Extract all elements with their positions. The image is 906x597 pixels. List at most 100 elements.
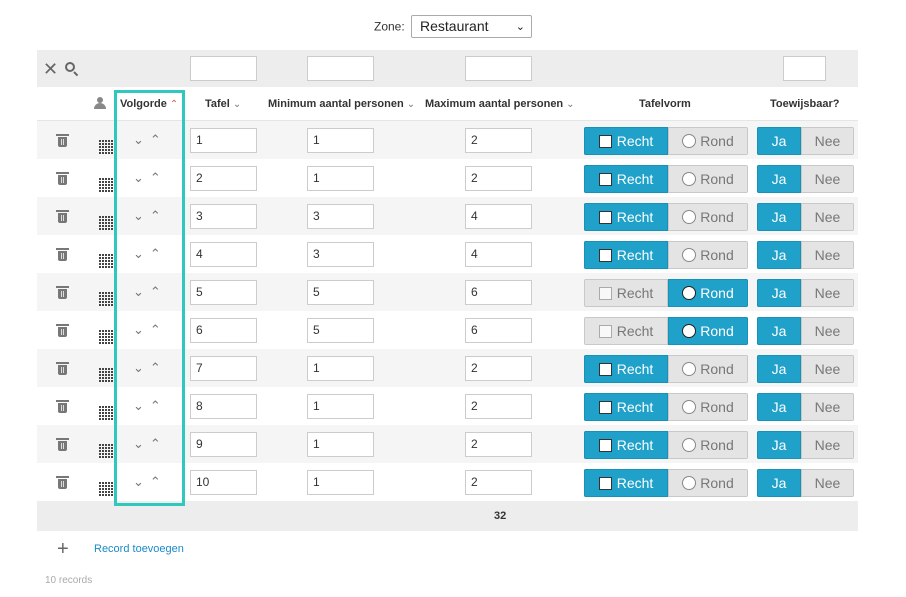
nee-option[interactable]: Nee (801, 317, 854, 345)
min-input[interactable]: 1 (307, 470, 374, 495)
max-input[interactable]: 6 (465, 280, 532, 305)
tafel-input[interactable]: 1 (190, 128, 257, 153)
chevron-down-icon[interactable]: ⌄ (133, 170, 150, 185)
trash-icon[interactable] (56, 134, 69, 147)
trash-icon[interactable] (56, 286, 69, 299)
recht-option[interactable]: Recht (584, 393, 668, 421)
min-input[interactable]: 1 (307, 356, 374, 381)
max-input[interactable]: 4 (465, 242, 532, 267)
ja-option[interactable]: Ja (757, 165, 801, 193)
qr-code-icon[interactable] (99, 140, 113, 156)
rond-option[interactable]: Rond (668, 279, 748, 307)
recht-option[interactable]: Recht (584, 165, 668, 193)
chevron-down-icon[interactable]: ⌄ (133, 284, 150, 299)
tafel-input[interactable]: 10 (190, 470, 257, 495)
chevron-up-icon[interactable]: ⌃ (150, 322, 167, 337)
min-input[interactable]: 1 (307, 394, 374, 419)
ja-option[interactable]: Ja (757, 203, 801, 231)
rond-option[interactable]: Rond (668, 317, 748, 345)
recht-option[interactable]: Recht (584, 241, 668, 269)
trash-icon[interactable] (56, 400, 69, 413)
rond-option[interactable]: Rond (668, 165, 748, 193)
chevron-up-icon[interactable]: ⌃ (150, 398, 167, 413)
nee-option[interactable]: Nee (801, 279, 854, 307)
ja-option[interactable]: Ja (757, 241, 801, 269)
rond-option[interactable]: Rond (668, 431, 748, 459)
chevron-down-icon[interactable]: ⌄ (133, 436, 150, 451)
qr-code-icon[interactable] (99, 216, 113, 232)
ja-option[interactable]: Ja (757, 469, 801, 497)
ja-option[interactable]: Ja (757, 317, 801, 345)
qr-code-icon[interactable] (99, 482, 113, 498)
ja-option[interactable]: Ja (757, 431, 801, 459)
chevron-down-icon[interactable]: ⌄ (133, 208, 150, 223)
max-input[interactable]: 2 (465, 356, 532, 381)
recht-option[interactable]: Recht (584, 431, 668, 459)
ja-option[interactable]: Ja (757, 279, 801, 307)
chevron-up-icon[interactable]: ⌃ (150, 436, 167, 451)
rond-option[interactable]: Rond (668, 469, 748, 497)
add-record-row[interactable]: + Record toevoegen (57, 539, 184, 559)
filter-max-input[interactable] (465, 56, 532, 81)
header-min[interactable]: Minimum aantal personen ⌄ (268, 87, 415, 121)
min-input[interactable]: 1 (307, 432, 374, 457)
max-input[interactable]: 2 (465, 394, 532, 419)
recht-option[interactable]: Recht (584, 355, 668, 383)
tafel-input[interactable]: 3 (190, 204, 257, 229)
qr-code-icon[interactable] (99, 368, 113, 384)
header-max[interactable]: Maximum aantal personen ⌄ (425, 87, 575, 121)
qr-code-icon[interactable] (99, 444, 113, 460)
trash-icon[interactable] (56, 324, 69, 337)
recht-option[interactable]: Recht (584, 127, 668, 155)
qr-code-icon[interactable] (99, 406, 113, 422)
chevron-up-icon[interactable]: ⌃ (150, 284, 167, 299)
min-input[interactable]: 5 (307, 280, 374, 305)
chevron-down-icon[interactable]: ⌄ (133, 322, 150, 337)
tafel-input[interactable]: 5 (190, 280, 257, 305)
min-input[interactable]: 1 (307, 128, 374, 153)
nee-option[interactable]: Nee (801, 469, 854, 497)
trash-icon[interactable] (56, 476, 69, 489)
max-input[interactable]: 2 (465, 166, 532, 191)
tafel-input[interactable]: 9 (190, 432, 257, 457)
tafel-input[interactable]: 7 (190, 356, 257, 381)
min-input[interactable]: 3 (307, 204, 374, 229)
rond-option[interactable]: Rond (668, 355, 748, 383)
trash-icon[interactable] (56, 248, 69, 261)
nee-option[interactable]: Nee (801, 355, 854, 383)
ja-option[interactable]: Ja (757, 355, 801, 383)
tafel-input[interactable]: 2 (190, 166, 257, 191)
max-input[interactable]: 2 (465, 128, 532, 153)
max-input[interactable]: 2 (465, 470, 532, 495)
add-record-link[interactable]: Record toevoegen (94, 543, 184, 555)
filter-tafel-input[interactable] (190, 56, 257, 81)
trash-icon[interactable] (56, 362, 69, 375)
qr-code-icon[interactable] (99, 292, 113, 308)
chevron-down-icon[interactable]: ⌄ (133, 132, 150, 147)
min-input[interactable]: 3 (307, 242, 374, 267)
filter-toewijsbaar-input[interactable] (783, 56, 826, 81)
max-input[interactable]: 2 (465, 432, 532, 457)
min-input[interactable]: 5 (307, 318, 374, 343)
qr-code-icon[interactable] (99, 178, 113, 194)
max-input[interactable]: 6 (465, 318, 532, 343)
rond-option[interactable]: Rond (668, 241, 748, 269)
recht-option[interactable]: Recht (584, 279, 668, 307)
tafel-input[interactable]: 8 (190, 394, 257, 419)
tafel-input[interactable]: 6 (190, 318, 257, 343)
chevron-up-icon[interactable]: ⌃ (150, 208, 167, 223)
nee-option[interactable]: Nee (801, 203, 854, 231)
nee-option[interactable]: Nee (801, 127, 854, 155)
close-icon[interactable]: ✕ (43, 60, 58, 78)
max-input[interactable]: 4 (465, 204, 532, 229)
rond-option[interactable]: Rond (668, 203, 748, 231)
recht-option[interactable]: Recht (584, 203, 668, 231)
chevron-up-icon[interactable]: ⌃ (150, 170, 167, 185)
trash-icon[interactable] (56, 172, 69, 185)
header-volgorde[interactable]: Volgorde ⌃ (120, 87, 178, 121)
chevron-up-icon[interactable]: ⌃ (150, 246, 167, 261)
rond-option[interactable]: Rond (668, 393, 748, 421)
rond-option[interactable]: Rond (668, 127, 748, 155)
chevron-up-icon[interactable]: ⌃ (150, 132, 167, 147)
qr-code-icon[interactable] (99, 254, 113, 270)
